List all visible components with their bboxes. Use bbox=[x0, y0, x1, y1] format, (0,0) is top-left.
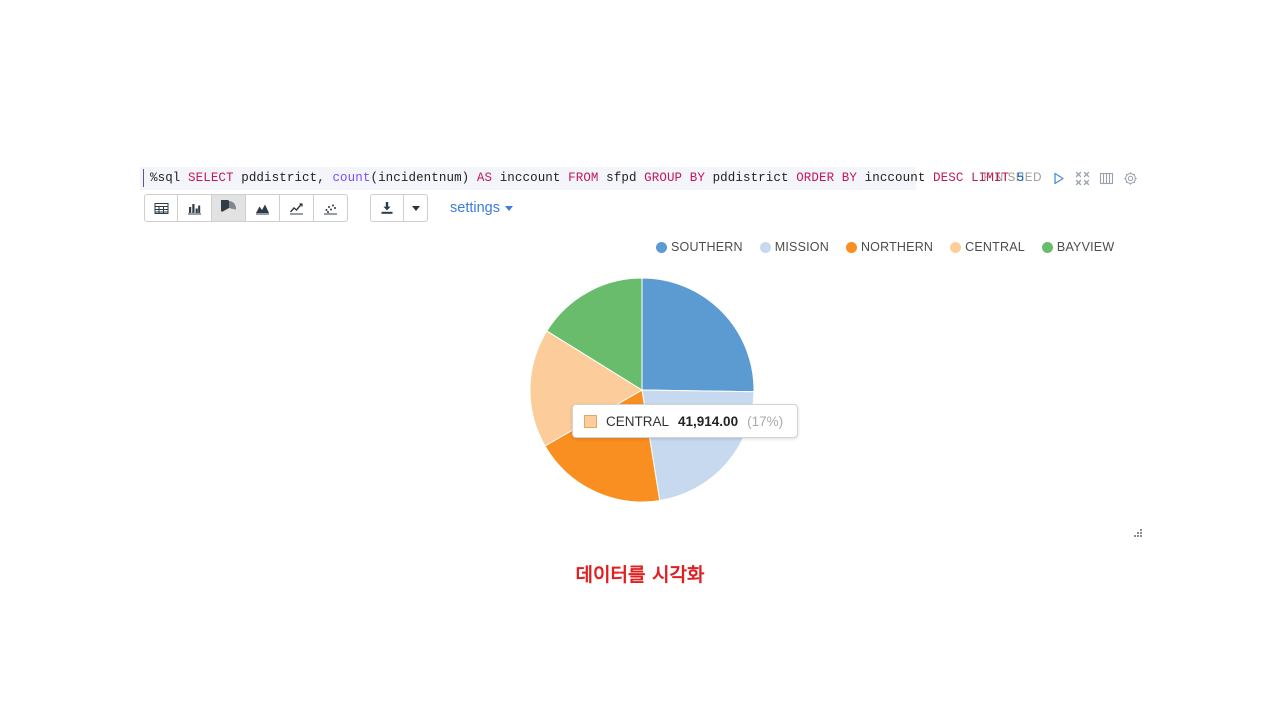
sql-query-text: %sql SELECT pddistrict, count(incidentnu… bbox=[150, 171, 1025, 185]
chart-legend: SOUTHERN MISSION NORTHERN CENTRAL BAYVIEW bbox=[656, 240, 1114, 254]
legend-item-central[interactable]: CENTRAL bbox=[950, 240, 1025, 254]
run-paragraph-icon[interactable] bbox=[1051, 171, 1066, 186]
settings-label: settings bbox=[450, 200, 500, 216]
pie-chart-button[interactable] bbox=[212, 194, 246, 222]
legend-label: SOUTHERN bbox=[671, 240, 743, 254]
download-button[interactable] bbox=[370, 194, 404, 222]
legend-label: MISSION bbox=[774, 240, 829, 254]
book-icon[interactable] bbox=[1099, 171, 1114, 186]
collapse-editor-icon[interactable] bbox=[1075, 171, 1090, 186]
pie-chart[interactable] bbox=[500, 262, 790, 522]
bar-chart-button[interactable] bbox=[178, 194, 212, 222]
sql-code-editor[interactable]: %sql SELECT pddistrict, count(incidentnu… bbox=[140, 166, 1024, 190]
resize-handle[interactable] bbox=[1130, 527, 1144, 541]
table-view-button[interactable] bbox=[144, 194, 178, 222]
legend-item-bayview[interactable]: BAYVIEW bbox=[1041, 240, 1115, 254]
gear-icon[interactable] bbox=[1123, 171, 1138, 186]
legend-label: BAYVIEW bbox=[1056, 240, 1115, 254]
legend-item-northern[interactable]: NORTHERN bbox=[845, 240, 934, 254]
chevron-down-icon bbox=[504, 205, 513, 211]
line-chart-button[interactable] bbox=[280, 194, 314, 222]
settings-toggle[interactable]: settings bbox=[450, 200, 513, 216]
legend-color-dot bbox=[845, 241, 857, 253]
legend-item-mission[interactable]: MISSION bbox=[759, 240, 829, 254]
legend-color-dot bbox=[656, 241, 667, 253]
area-chart-button[interactable] bbox=[246, 194, 280, 222]
tooltip-value: 41,914.00 bbox=[678, 413, 739, 429]
legend-color-dot bbox=[950, 241, 962, 253]
legend-label: NORTHERN bbox=[860, 240, 934, 254]
tooltip-percent: (17%) bbox=[747, 413, 784, 429]
scatter-chart-button[interactable] bbox=[314, 194, 348, 222]
tooltip-color-swatch bbox=[584, 414, 597, 428]
chevron-down-icon bbox=[411, 205, 420, 211]
chart-tooltip: CENTRAL 41,914.00 (17%) bbox=[572, 404, 799, 438]
legend-item-southern[interactable]: SOUTHERN bbox=[656, 240, 743, 254]
text-cursor bbox=[143, 168, 144, 187]
legend-color-dot bbox=[1041, 241, 1053, 253]
download-dropdown-button[interactable] bbox=[404, 194, 428, 222]
notebook-paragraph: %sql SELECT pddistrict, count(incidentnu… bbox=[0, 0, 1280, 720]
download-button-group bbox=[370, 194, 428, 222]
legend-label: CENTRAL bbox=[965, 240, 1025, 254]
tooltip-label: CENTRAL bbox=[606, 413, 670, 429]
chart-type-button-group bbox=[144, 194, 348, 222]
pie-slice-southern[interactable] bbox=[641, 277, 755, 393]
caption-text: 데이터를 시각화 bbox=[575, 564, 705, 586]
legend-color-dot bbox=[759, 241, 771, 253]
visualization-toolbar: settings bbox=[144, 194, 513, 222]
paragraph-editor-row: %sql SELECT pddistrict, count(incidentnu… bbox=[140, 166, 1140, 190]
